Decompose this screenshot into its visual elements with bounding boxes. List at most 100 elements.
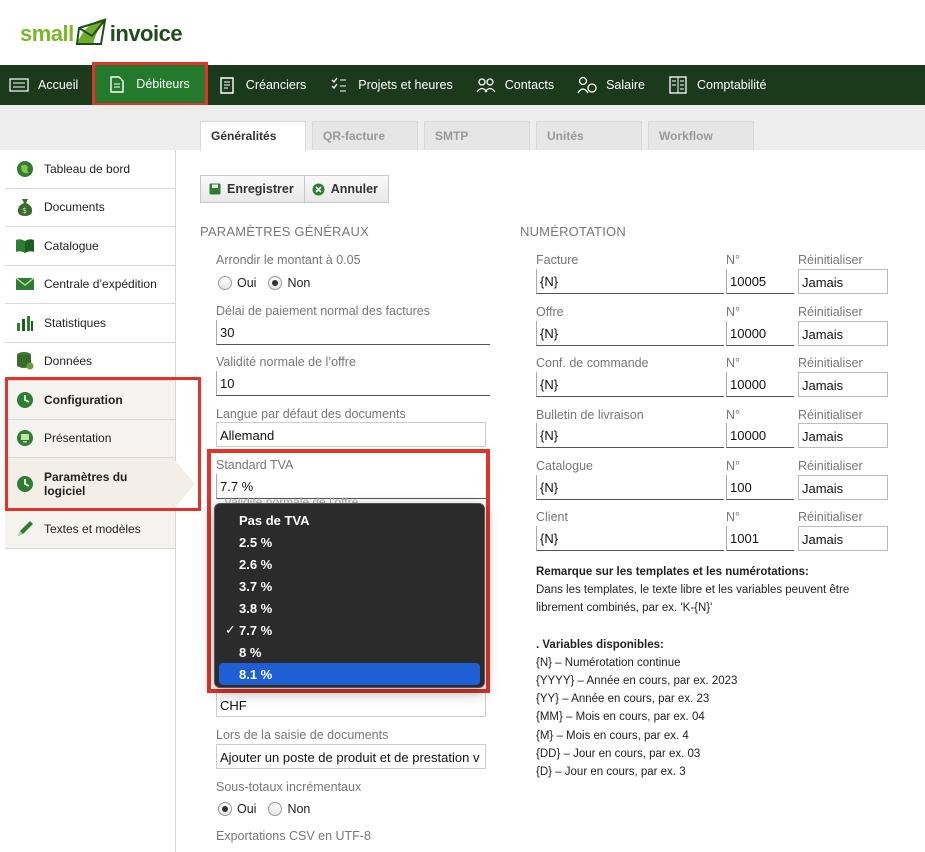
clock-icon — [15, 390, 35, 410]
payment-days-input[interactable]: 30 — [216, 320, 490, 345]
reset-col-label: Réinitialiser — [798, 408, 863, 422]
subtotal-yes-radio[interactable] — [218, 802, 232, 816]
sidebar-item-textes-modeles[interactable]: Textes et modèles — [5, 510, 175, 549]
brand-small: small — [20, 21, 74, 46]
vat-dropdown-menu: Pas de TVA 2.5 % 2.6 % 3.7 % 3.8 % ✓ 7.7 … — [214, 503, 485, 688]
variable-item: {MM} – Mois en cours, par ex. 04 — [536, 711, 705, 724]
numbering-reset-select[interactable]: Jamais — [798, 372, 888, 397]
vat-option[interactable]: 2.6 % — [219, 553, 480, 575]
numbering-row-label: Client — [536, 510, 568, 524]
variable-item: {YYYY} – Année en cours, par ex. 2023 — [536, 675, 738, 688]
tab-qr-facture[interactable]: QR-facture — [312, 121, 418, 150]
sidebar-item-label: Catalogue — [44, 238, 99, 253]
vat-option-label: 3.8 % — [239, 600, 273, 616]
vat-option[interactable]: 3.8 % — [219, 597, 480, 619]
svg-text:$: $ — [22, 206, 27, 215]
sidebar-item-donnees[interactable]: Données — [5, 342, 175, 381]
monitor-icon — [15, 428, 35, 448]
open-book-icon — [15, 236, 35, 256]
sidebar-item-label: Présentation — [44, 431, 112, 446]
numbering-pattern-input[interactable]: {N} — [536, 372, 724, 397]
floppy-icon — [208, 183, 221, 196]
numbering-pattern-input[interactable]: {N} — [536, 526, 724, 551]
nav-item-contacts[interactable]: Contacts — [467, 65, 568, 105]
number-col-label: N° — [726, 459, 741, 473]
numbering-number-input[interactable]: 1001 — [726, 526, 794, 551]
language-select[interactable]: Allemand — [216, 422, 486, 447]
clock-icon — [15, 474, 35, 494]
numbering-pattern-input[interactable]: {N} — [536, 321, 724, 346]
numbering-reset-select[interactable]: Jamais — [798, 321, 888, 346]
vat-option[interactable]: 3.7 % — [219, 575, 480, 597]
numbering-row-label: Offre — [536, 305, 564, 319]
vat-option[interactable]: Pas de TVA — [219, 509, 480, 531]
numbering-reset-select[interactable]: Jamais — [798, 526, 888, 551]
nav-label: Contacts — [504, 78, 555, 92]
cancel-label: Annuler — [330, 182, 378, 196]
receipt-icon — [216, 76, 238, 94]
validity-label: Validité normale de l’offre — [216, 355, 356, 369]
tab-smtp[interactable]: SMTP — [424, 121, 530, 150]
sidebar-item-label: Statistiques — [44, 315, 107, 330]
brand-invoice: invoice — [109, 21, 183, 46]
numbering-reset-select[interactable]: Jamais — [798, 269, 888, 294]
currency-select[interactable]: CHF — [216, 692, 486, 717]
offer-validity-input[interactable]: 10 — [216, 371, 490, 396]
sidebar-item-documents[interactable]: $ Documents — [5, 188, 175, 227]
sidebar-item-configuration[interactable]: Configuration — [5, 381, 175, 420]
sidebar-item-label: Documents — [44, 200, 105, 215]
numbering-number-input[interactable]: 10000 — [726, 372, 794, 397]
document-entry-select[interactable]: Ajouter un poste de produit et de presta… — [216, 744, 486, 769]
numbering-number-input[interactable]: 100 — [726, 475, 794, 500]
vat-option[interactable]: 2.5 % — [219, 531, 480, 553]
vat-option-label: 2.5 % — [239, 534, 273, 550]
sidebar-item-statistiques[interactable]: Statistiques — [5, 304, 175, 343]
numbering-number-input[interactable]: 10005 — [726, 269, 794, 294]
brand-logo[interactable]: small invoice — [20, 12, 183, 56]
round-yes-radio[interactable] — [218, 276, 232, 290]
nav-item-accueil[interactable]: Accueil — [0, 65, 92, 105]
numbering-number-input[interactable]: 10000 — [726, 423, 794, 448]
cancel-button[interactable]: Annuler — [304, 175, 389, 203]
numbering-row-label: Bulletin de livraison — [536, 408, 644, 422]
nav-item-comptabilite[interactable]: Comptabilité — [659, 65, 780, 105]
notes-heading: Remarque sur les templates et les numéro… — [536, 566, 809, 578]
numbering-reset-select[interactable]: Jamais — [798, 423, 888, 448]
numbering-row-label: Catalogue — [536, 459, 593, 473]
nav-item-salaire[interactable]: Salaire — [568, 65, 659, 105]
nav-label: Comptabilité — [697, 78, 767, 92]
sidebar-item-parametres-logiciel[interactable]: Paramètres du logiciel — [5, 458, 195, 510]
round-no-radio[interactable] — [268, 276, 283, 290]
vat-option-label: 2.6 % — [239, 556, 273, 572]
person-coin-icon — [576, 76, 598, 94]
sidebar-item-catalogue[interactable]: Catalogue — [5, 227, 175, 266]
sidebar-item-tableau-de-bord[interactable]: Tableau de bord — [5, 150, 175, 189]
save-button[interactable]: Enregistrer — [200, 175, 305, 203]
subtotal-no-label: Non — [287, 802, 311, 816]
checklist-icon — [328, 76, 350, 94]
numbering-pattern-input[interactable]: {N} — [536, 475, 724, 500]
nav-item-creanciers[interactable]: Créanciers — [208, 65, 320, 105]
sidebar-item-centrale-expedition[interactable]: Centrale d’expédition — [5, 265, 175, 304]
numbering-number-input[interactable]: 10000 — [726, 321, 794, 346]
variables-heading: . Variables disponibles: — [536, 638, 664, 651]
database-icon — [15, 351, 35, 371]
tab-generalites[interactable]: Généralités — [200, 121, 306, 151]
nav-item-projets[interactable]: Projets et heures — [320, 65, 467, 105]
number-col-label: N° — [726, 253, 741, 267]
tab-workflow[interactable]: Workflow — [648, 121, 754, 150]
vat-option[interactable]: 8 % — [219, 641, 480, 663]
numbering-pattern-input[interactable]: {N} — [536, 423, 724, 448]
settings-tabs: Généralités QR-facture SMTP Unités Workf… — [200, 121, 760, 151]
numbering-reset-select[interactable]: Jamais — [798, 475, 888, 500]
tab-unites[interactable]: Unités — [536, 121, 642, 150]
sidebar-item-presentation[interactable]: Présentation — [5, 419, 175, 458]
vat-option-highlighted[interactable]: 8.1 % — [219, 663, 480, 685]
bar-chart-icon — [15, 313, 35, 333]
subtotal-no-radio[interactable] — [268, 802, 283, 816]
numbering-row-label: Facture — [536, 253, 579, 267]
document-icon — [106, 75, 128, 93]
nav-item-debiteurs[interactable]: Débiteurs — [92, 62, 208, 106]
numbering-pattern-input[interactable]: {N} — [536, 269, 724, 294]
vat-option-selected[interactable]: ✓ 7.7 % — [219, 619, 480, 641]
